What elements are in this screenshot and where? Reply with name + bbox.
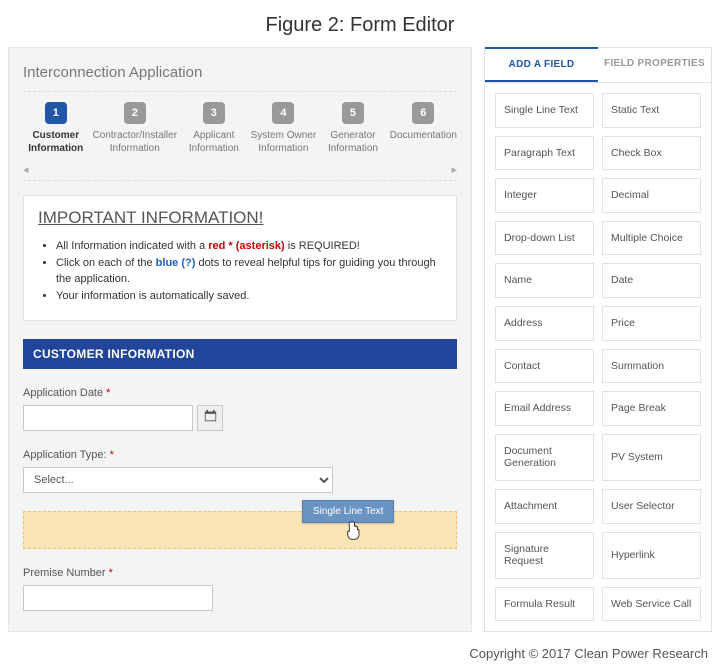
step-number: 1 (45, 102, 67, 124)
step-3[interactable]: 3 Applicant Information (181, 102, 247, 155)
palette-document-generation[interactable]: Document Generation (495, 434, 594, 481)
step-navigator: 1 Customer Information 2 Contractor/Inst… (23, 102, 457, 155)
dragging-field-chip: Single Line Text (302, 500, 394, 523)
red-asterisk-text: red * (asterisk) (208, 240, 284, 252)
step-label: Contractor/Installer Information (93, 130, 177, 155)
calendar-button[interactable] (197, 405, 223, 431)
copyright-text: Copyright © 2017 Clean Power Research (0, 640, 720, 671)
palette-web-service-call[interactable]: Web Service Call (602, 587, 701, 622)
label-text: Application Date (23, 387, 103, 399)
palette-decimal[interactable]: Decimal (602, 178, 701, 213)
step-number: 5 (342, 102, 364, 124)
palette-attachment[interactable]: Attachment (495, 489, 594, 524)
palette-static-text[interactable]: Static Text (602, 93, 701, 128)
editor-layout: Interconnection Application 1 Customer I… (0, 47, 720, 640)
text: is REQUIRED! (285, 240, 360, 252)
step-number: 6 (412, 102, 434, 124)
required-asterisk: * (110, 449, 114, 461)
important-info-box: IMPORTANT INFORMATION! All Information i… (23, 195, 457, 321)
palette-address[interactable]: Address (495, 306, 594, 341)
step-2[interactable]: 2 Contractor/Installer Information (93, 102, 177, 155)
required-asterisk: * (109, 567, 113, 579)
figure-title: Figure 2: Form Editor (0, 0, 720, 47)
field-label: Premise Number * (23, 567, 457, 579)
palette-price[interactable]: Price (602, 306, 701, 341)
next-step-icon[interactable]: ▸ (451, 163, 457, 176)
label-text: Premise Number (23, 567, 106, 579)
palette-paragraph-text[interactable]: Paragraph Text (495, 136, 594, 171)
step-label: Applicant Information (181, 130, 247, 155)
important-list: All Information indicated with a red * (… (38, 238, 442, 304)
label-text: Application Type: (23, 449, 107, 461)
step-label: Documentation (390, 130, 457, 143)
step-nav-arrows: ◂ ▸ (23, 163, 457, 176)
step-label: System Owner Information (251, 130, 317, 155)
right-tabs: ADD A FIELD FIELD PROPERTIES (485, 48, 711, 83)
palette-single-line-text[interactable]: Single Line Text (495, 93, 594, 128)
field-palette: Single Line Text Static Text Paragraph T… (485, 83, 711, 631)
important-item: All Information indicated with a red * (… (56, 238, 442, 255)
step-number: 4 (272, 102, 294, 124)
palette-pv-system[interactable]: PV System (602, 434, 701, 481)
palette-signature-request[interactable]: Signature Request (495, 532, 594, 579)
section-header-customer-info: CUSTOMER INFORMATION (23, 339, 457, 369)
form-preview-panel: Interconnection Application 1 Customer I… (8, 47, 472, 632)
palette-hyperlink[interactable]: Hyperlink (602, 532, 701, 579)
premise-number-input[interactable] (23, 585, 213, 611)
step-1[interactable]: 1 Customer Information (23, 102, 89, 155)
required-asterisk: * (106, 387, 110, 399)
field-label: Application Type: * (23, 449, 457, 461)
step-5[interactable]: 5 Generator Information (320, 102, 386, 155)
text: All Information indicated with a (56, 240, 208, 252)
form-title: Interconnection Application (23, 64, 457, 81)
separator (23, 91, 457, 92)
field-premise-number: Premise Number * (23, 567, 457, 611)
palette-name[interactable]: Name (495, 263, 594, 298)
step-4[interactable]: 4 System Owner Information (251, 102, 317, 155)
palette-page-break[interactable]: Page Break (602, 391, 701, 426)
step-number: 3 (203, 102, 225, 124)
palette-integer[interactable]: Integer (495, 178, 594, 213)
field-label: Application Date * (23, 387, 457, 399)
important-item: Your information is automatically saved. (56, 288, 442, 305)
palette-drop-down-list[interactable]: Drop-down List (495, 221, 594, 256)
palette-formula-result[interactable]: Formula Result (495, 587, 594, 622)
tab-field-properties[interactable]: FIELD PROPERTIES (598, 48, 711, 82)
application-date-input[interactable] (23, 405, 193, 431)
palette-contact[interactable]: Contact (495, 349, 594, 384)
important-item: Click on each of the blue (?) dots to re… (56, 255, 442, 288)
step-number: 2 (124, 102, 146, 124)
prev-step-icon[interactable]: ◂ (23, 163, 29, 176)
palette-multiple-choice[interactable]: Multiple Choice (602, 221, 701, 256)
palette-summation[interactable]: Summation (602, 349, 701, 384)
step-6[interactable]: 6 Documentation (390, 102, 457, 155)
important-heading: IMPORTANT INFORMATION! (38, 208, 442, 228)
palette-date[interactable]: Date (602, 263, 701, 298)
field-application-date: Application Date * (23, 387, 457, 431)
separator (23, 180, 457, 181)
palette-check-box[interactable]: Check Box (602, 136, 701, 171)
field-palette-panel: ADD A FIELD FIELD PROPERTIES Single Line… (484, 47, 712, 632)
palette-user-selector[interactable]: User Selector (602, 489, 701, 524)
step-label: Generator Information (320, 130, 386, 155)
tab-add-a-field[interactable]: ADD A FIELD (485, 47, 598, 82)
application-type-select[interactable]: Select... (23, 467, 333, 493)
field-application-type: Application Type: * Select... (23, 449, 457, 493)
text: Click on each of the (56, 257, 156, 269)
palette-email-address[interactable]: Email Address (495, 391, 594, 426)
calendar-icon (204, 409, 217, 427)
field-drop-zone[interactable]: Single Line Text (23, 511, 457, 549)
blue-help-text: blue (?) (156, 257, 196, 269)
cursor-pointer-icon (344, 520, 362, 542)
step-label: Customer Information (23, 130, 89, 155)
